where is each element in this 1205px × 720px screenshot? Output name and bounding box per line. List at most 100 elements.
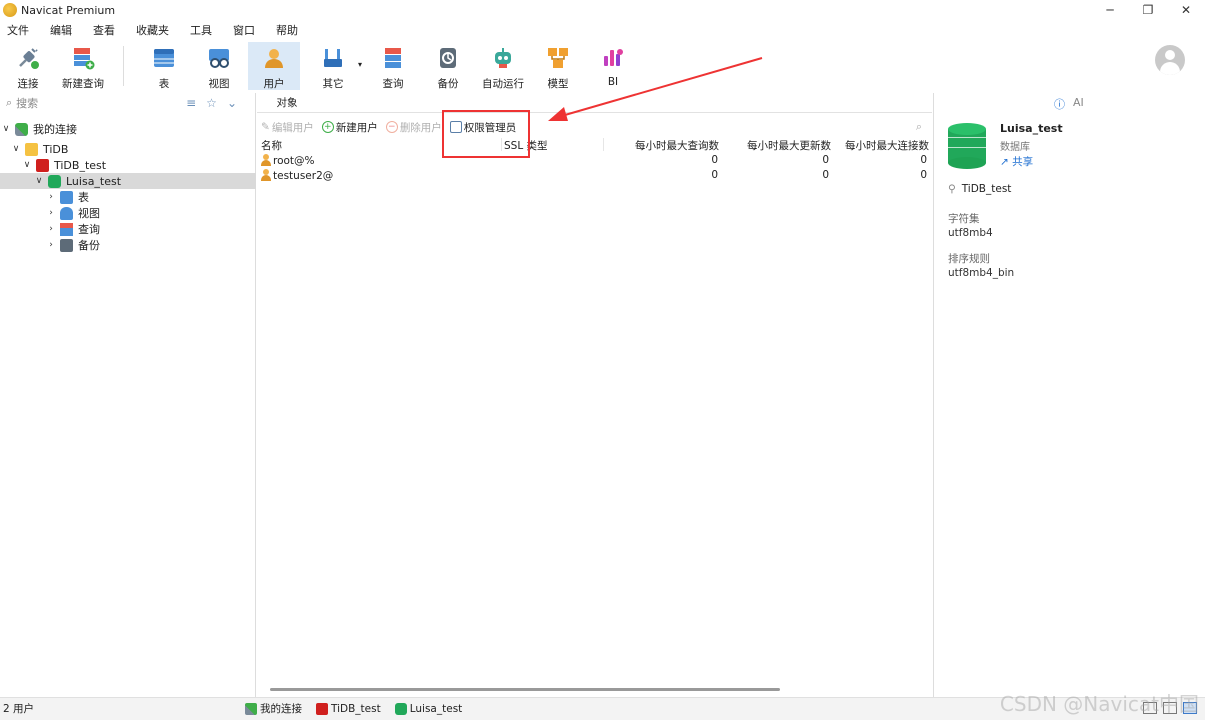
view-button[interactable]: 视图	[193, 42, 245, 90]
breadcrumb-label: 我的连接	[260, 703, 302, 715]
tree-item-tables[interactable]: › 表	[0, 189, 256, 205]
minus-circle-icon: −	[385, 121, 398, 133]
tree-item-views[interactable]: › 视图	[0, 205, 256, 221]
max-updates-cell: 0	[822, 169, 829, 181]
connect-button[interactable]: 连接	[2, 42, 54, 90]
edit-user-button[interactable]: ✎ 编辑用户	[261, 120, 314, 135]
query-button[interactable]: 查询	[367, 42, 419, 90]
table-row[interactable]: root@% 0 0 0	[257, 154, 932, 169]
tab-objects[interactable]: 对象	[261, 94, 313, 112]
chevron-right-icon[interactable]: ›	[45, 192, 57, 202]
tree-item-backups[interactable]: › 备份	[0, 237, 256, 253]
search-input[interactable]: 搜索	[16, 95, 38, 111]
pencil-icon: ✎	[261, 121, 270, 133]
query-icon	[381, 46, 405, 70]
chevron-down-icon[interactable]: ∨	[21, 160, 33, 170]
menu-edit[interactable]: 编辑	[43, 22, 86, 38]
star-icon[interactable]: ☆	[206, 96, 217, 110]
close-button[interactable]: ✕	[1167, 0, 1205, 20]
new-query-button[interactable]: 新建查询	[57, 42, 109, 90]
breadcrumb-luisa-test[interactable]: Luisa_test	[394, 702, 463, 715]
collapse-icon[interactable]: ⌄	[227, 96, 237, 110]
other-label: 其它	[322, 78, 344, 90]
chevron-right-icon[interactable]: ›	[45, 224, 57, 234]
tidb-connection-icon	[36, 158, 49, 172]
max-queries-cell: 0	[711, 154, 718, 166]
tree-item-tidb-test[interactable]: ∨ TiDB_test	[0, 157, 256, 173]
chevron-down-icon[interactable]: ∨	[0, 124, 12, 134]
tree-label: TiDB_test	[54, 158, 107, 172]
chevron-down-icon[interactable]: ∨	[33, 176, 45, 186]
user-table-header: 名称 SSL 类型 每小时最大查询数 每小时最大更新数 每小时最大连接数	[257, 138, 932, 153]
search-icon[interactable]: ⌕	[916, 120, 922, 134]
account-avatar[interactable]	[1155, 45, 1185, 75]
tree-label: 表	[78, 191, 89, 204]
tree-item-my-connections[interactable]: ∨ 我的连接	[0, 121, 256, 137]
watermark: CSDN @Navicat中国	[999, 692, 1199, 716]
automation-label: 自动运行	[482, 78, 524, 90]
collation-value: utf8mb4_bin	[948, 267, 1015, 279]
user-icon	[262, 46, 286, 70]
table-button[interactable]: 表	[138, 42, 190, 90]
info-panel: ⓘ AI Luisa_test 数据库 ↗ 共享 ⚲ TiDB_test 字符集…	[933, 93, 1205, 697]
view-icon	[60, 206, 73, 220]
ai-tab[interactable]: AI	[1073, 96, 1084, 112]
breadcrumb-my-connections[interactable]: 我的连接	[245, 701, 302, 716]
user-name-cell: testuser2@	[273, 170, 334, 182]
menu-favorites[interactable]: 收藏夹	[129, 22, 183, 38]
backup-button[interactable]: 备份	[422, 42, 474, 90]
other-dropdown-icon[interactable]: ▾	[358, 60, 362, 69]
chevron-down-icon[interactable]: ∨	[10, 144, 22, 154]
tree-label: Luisa_test	[66, 174, 122, 188]
tree-label: 我的连接	[33, 123, 77, 136]
menu-tools[interactable]: 工具	[183, 22, 226, 38]
tree-label: 视图	[78, 207, 100, 220]
max-updates-cell: 0	[822, 154, 829, 166]
max-connections-cell: 0	[920, 169, 927, 181]
menu-window[interactable]: 窗口	[226, 22, 269, 38]
menu-help[interactable]: 帮助	[269, 22, 312, 38]
search-icon: ⌕	[6, 96, 13, 109]
chevron-right-icon[interactable]: ›	[45, 208, 57, 218]
column-header-max-queries[interactable]: 每小时最大查询数	[635, 138, 719, 153]
robot-icon	[491, 46, 515, 70]
connect-label: 连接	[17, 78, 39, 90]
share-link[interactable]: ↗ 共享	[1000, 154, 1033, 169]
delete-user-button[interactable]: − 删除用户	[385, 120, 442, 135]
menu-view[interactable]: 查看	[86, 22, 129, 38]
object-type: 数据库	[1000, 142, 1030, 153]
new-user-button[interactable]: + 新建用户	[321, 120, 378, 135]
menu-file[interactable]: 文件	[0, 22, 43, 38]
info-icon[interactable]: ⓘ	[1054, 96, 1065, 112]
breadcrumb-label: Luisa_test	[409, 702, 463, 715]
plus-circle-icon: +	[321, 121, 334, 133]
minimize-button[interactable]: ─	[1091, 0, 1129, 20]
backup-icon	[436, 46, 460, 70]
tree-item-queries[interactable]: › 查询	[0, 221, 256, 237]
column-header-max-updates[interactable]: 每小时最大更新数	[747, 138, 831, 153]
new-query-label: 新建查询	[62, 78, 104, 90]
column-header-name[interactable]: 名称	[261, 138, 282, 153]
connection-info: ⚲ TiDB_test	[948, 183, 1011, 195]
other-button[interactable]: 其它	[307, 42, 359, 90]
filter-icon[interactable]: ≡	[186, 96, 196, 110]
tree-item-luisa-test[interactable]: ∨ Luisa_test	[0, 173, 256, 189]
user-button[interactable]: 用户	[248, 42, 300, 90]
query-icon	[60, 222, 73, 236]
maximize-button[interactable]: ❐	[1129, 0, 1167, 20]
horizontal-scrollbar[interactable]	[270, 688, 780, 691]
automation-button[interactable]: 自动运行	[477, 42, 529, 90]
delete-user-label: 删除用户	[399, 121, 442, 134]
database-icon	[48, 174, 61, 188]
breadcrumb: 我的连接 TiDB_test Luisa_test	[245, 701, 472, 716]
chevron-right-icon[interactable]: ›	[45, 240, 57, 250]
new-user-label: 新建用户	[335, 121, 378, 134]
sidebar-search[interactable]: ⌕ 搜索 ≡ ☆ ⌄	[0, 93, 255, 113]
column-header-max-connections[interactable]: 每小时最大连接数	[845, 138, 929, 153]
title-bar: Navicat Premium ─ ❐ ✕	[0, 0, 1205, 20]
table-row[interactable]: testuser2@ 0 0 0	[257, 169, 932, 184]
tree-item-tidb-group[interactable]: ∨ TiDB	[0, 141, 256, 157]
breadcrumb-tidb-test[interactable]: TiDB_test	[316, 702, 381, 715]
share-icon: ↗	[1000, 156, 1009, 168]
plug-icon: ⚲	[948, 183, 956, 195]
